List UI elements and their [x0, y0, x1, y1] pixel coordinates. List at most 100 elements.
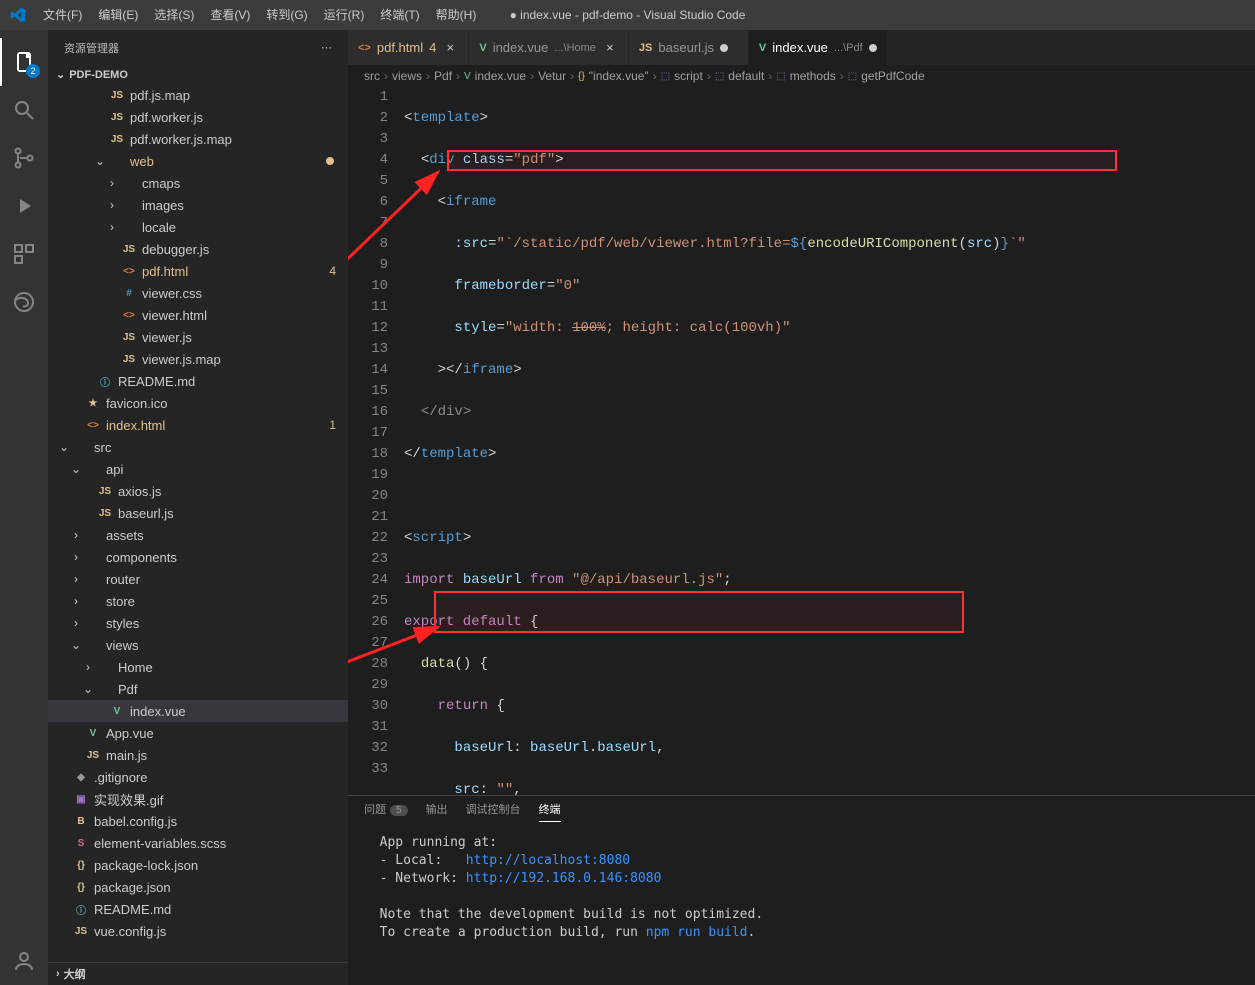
tree-label: router	[106, 572, 340, 587]
sidebar-section[interactable]: ⌄ PDF-DEMO	[48, 65, 348, 84]
chevron-right-icon: ›	[653, 69, 657, 83]
tree-item[interactable]: <>pdf.html4	[48, 260, 348, 282]
line-number: 16	[348, 402, 388, 423]
menu-item[interactable]: 查看(V)	[202, 0, 258, 30]
tree-item[interactable]: ›components	[48, 546, 348, 568]
line-number: 8	[348, 234, 388, 255]
explorer-icon[interactable]: 2	[0, 38, 48, 86]
tree-item[interactable]: ⌄api	[48, 458, 348, 480]
breadcrumb-item[interactable]: Pdf	[434, 69, 452, 83]
line-number: 18	[348, 444, 388, 465]
terminal-output[interactable]: App running at: - Local: http://localhos…	[348, 826, 1255, 985]
breadcrumb-icon: ⬚	[776, 71, 785, 82]
panel-tab[interactable]: 终端	[539, 801, 561, 822]
tree-item[interactable]: JSpdf.worker.js	[48, 106, 348, 128]
breadcrumb-item[interactable]: ⬚script	[661, 69, 703, 83]
tree-item[interactable]: ⌄views	[48, 634, 348, 656]
extensions-icon[interactable]	[0, 230, 48, 278]
menu-item[interactable]: 运行(R)	[316, 0, 373, 30]
tree-item[interactable]: <>index.html1	[48, 414, 348, 436]
breadcrumb-item[interactable]: ⬚getPdfCode	[848, 69, 925, 83]
panel-tab[interactable]: 调试控制台	[466, 801, 521, 821]
tree-label: locale	[142, 220, 340, 235]
tree-item[interactable]: JSpdf.worker.js.map	[48, 128, 348, 150]
tree-item[interactable]: JSviewer.js.map	[48, 348, 348, 370]
more-icon[interactable]: ⋯	[321, 41, 332, 54]
tree-item[interactable]: ⓘREADME.md	[48, 898, 348, 920]
tree-label: favicon.ico	[106, 396, 340, 411]
menu-item[interactable]: 选择(S)	[146, 0, 202, 30]
line-number: 30	[348, 696, 388, 717]
menu-item[interactable]: 编辑(E)	[90, 0, 146, 30]
line-number: 13	[348, 339, 388, 360]
line-number: 10	[348, 276, 388, 297]
tree-item[interactable]: ⌄web	[48, 150, 348, 172]
file-icon: {}	[72, 860, 90, 871]
tree-item[interactable]: #viewer.css	[48, 282, 348, 304]
tree-item[interactable]: ⌄src	[48, 436, 348, 458]
tree-item[interactable]: › locale	[48, 216, 348, 238]
tree-item[interactable]: JSviewer.js	[48, 326, 348, 348]
breadcrumb-item[interactable]: {}"index.vue"	[578, 69, 649, 83]
menu-item[interactable]: 终端(T)	[372, 0, 427, 30]
tree-item[interactable]: ⌄Pdf	[48, 678, 348, 700]
tree-item[interactable]: {}package.json	[48, 876, 348, 898]
menu-item[interactable]: 转到(G)	[258, 0, 315, 30]
tree-item[interactable]: ›store	[48, 590, 348, 612]
tree-item[interactable]: ★favicon.ico	[48, 392, 348, 414]
tree-item[interactable]: JSvue.config.js	[48, 920, 348, 942]
breadcrumb-item[interactable]: ⬚methods	[776, 69, 835, 83]
chevron-right-icon: ›	[104, 220, 120, 234]
edge-icon[interactable]	[0, 278, 48, 326]
tree-item[interactable]: ›styles	[48, 612, 348, 634]
tree-item[interactable]: JSaxios.js	[48, 480, 348, 502]
tree-item[interactable]: ›assets	[48, 524, 348, 546]
tree-item[interactable]: Vindex.vue	[48, 700, 348, 722]
outline-section[interactable]: › 大纲	[48, 962, 348, 985]
tree-item[interactable]: JSdebugger.js	[48, 238, 348, 260]
tree-item[interactable]: <>viewer.html	[48, 304, 348, 326]
code-content[interactable]: <template> <div class="pdf"> <iframe :sr…	[404, 87, 1255, 795]
panel-tab[interactable]: 问题5	[364, 801, 408, 821]
source-control-icon[interactable]	[0, 134, 48, 182]
tree-item[interactable]: ▣实现效果.gif	[48, 788, 348, 810]
tree-item[interactable]: Bbabel.config.js	[48, 810, 348, 832]
breadcrumb-item[interactable]: ⬚default	[715, 69, 764, 83]
panel-tab[interactable]: 输出	[426, 801, 448, 821]
breadcrumbs[interactable]: src›views›Pdf›Vindex.vue›Vetur›{}"index.…	[348, 65, 1255, 87]
debug-icon[interactable]	[0, 182, 48, 230]
code-editor[interactable]: 1234567891011121314151617181920212223242…	[348, 87, 1255, 795]
editor-tab[interactable]: JSbaseurl.js	[629, 30, 749, 65]
tree-item[interactable]: ◆.gitignore	[48, 766, 348, 788]
tree-item[interactable]: ›router	[48, 568, 348, 590]
search-icon[interactable]	[0, 86, 48, 134]
tree-item[interactable]: ›images	[48, 194, 348, 216]
line-number: 31	[348, 717, 388, 738]
breadcrumb-item[interactable]: src	[364, 69, 380, 83]
tree-item[interactable]: VApp.vue	[48, 722, 348, 744]
tree-item[interactable]: JSbaseurl.js	[48, 502, 348, 524]
close-icon[interactable]: ×	[442, 40, 458, 55]
account-icon[interactable]	[0, 937, 48, 985]
tree-item[interactable]: ›cmaps	[48, 172, 348, 194]
tree-item[interactable]: Selement-variables.scss	[48, 832, 348, 854]
tree-item[interactable]: JSmain.js	[48, 744, 348, 766]
tree-item[interactable]: {}package-lock.json	[48, 854, 348, 876]
tree-item[interactable]: JSpdf.js.map	[48, 84, 348, 106]
breadcrumb-item[interactable]: Vetur	[538, 69, 566, 83]
menu-item[interactable]: 文件(F)	[35, 0, 90, 30]
breadcrumb-item[interactable]: views	[392, 69, 422, 83]
close-icon[interactable]: ×	[602, 40, 618, 55]
tree-label: viewer.html	[142, 308, 340, 323]
editor-tab[interactable]: Vindex.vue...\Home×	[469, 30, 629, 65]
menu-item[interactable]: 帮助(H)	[428, 0, 485, 30]
tree-label: cmaps	[142, 176, 340, 191]
line-number: 25	[348, 591, 388, 612]
file-icon: V	[84, 728, 102, 739]
editor-tab[interactable]: <>pdf.html4×	[348, 30, 469, 65]
tree-item[interactable]: ⓘREADME.md	[48, 370, 348, 392]
editor-tab[interactable]: Vindex.vue...\Pdf	[749, 30, 888, 65]
file-icon: JS	[96, 508, 114, 519]
tree-item[interactable]: ›Home	[48, 656, 348, 678]
breadcrumb-item[interactable]: Vindex.vue	[464, 69, 526, 83]
